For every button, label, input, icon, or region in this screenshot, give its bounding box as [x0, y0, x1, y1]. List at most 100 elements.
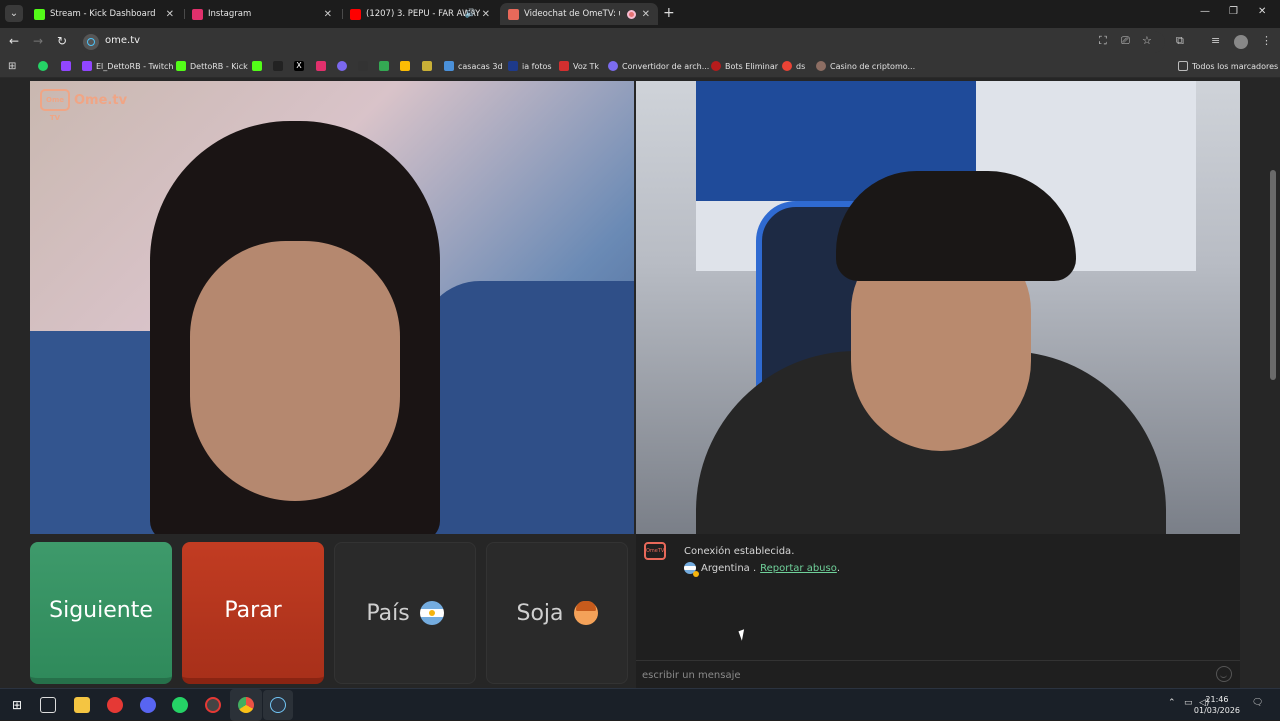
whatsapp-icon[interactable] [172, 697, 188, 713]
whatsapp-icon [38, 61, 48, 71]
ometv-icon [508, 8, 519, 20]
close-icon[interactable]: ✕ [482, 9, 490, 20]
close-icon[interactable]: ✕ [324, 9, 332, 20]
bookmark-youtube[interactable] [358, 61, 368, 71]
bookmark-label: Convertidor de arch... [622, 61, 710, 71]
tiktok-icon [273, 61, 283, 71]
apps-icon[interactable]: ⊞ [8, 61, 16, 72]
bookmark-star-icon[interactable]: ☆ [1142, 34, 1152, 47]
emoji-icon[interactable] [1216, 666, 1232, 682]
bookmark-label: Todos los marcadores [1192, 61, 1279, 71]
logo-text: Ome.tv [74, 92, 128, 108]
back-icon[interactable]: ← [9, 34, 19, 48]
notifications-icon[interactable]: 🗨 [1252, 698, 1263, 708]
report-abuse-link[interactable]: Reportar abuso [760, 563, 837, 574]
bookmark-ds[interactable]: ds [782, 61, 805, 71]
country-button[interactable]: País [334, 542, 476, 684]
chat-message-input[interactable] [642, 666, 1202, 684]
bookmark-extension[interactable] [379, 61, 389, 71]
self-video [636, 81, 1240, 534]
reload-icon[interactable]: ↻ [57, 34, 67, 48]
bookmark-twitch-channel[interactable]: El_DettoRB - Twitch [82, 61, 173, 71]
chrome-icon[interactable] [230, 689, 262, 721]
system-clock[interactable]: 21:46 01/03/2026 [1194, 694, 1240, 716]
app-icon[interactable] [107, 697, 123, 713]
profile-avatar[interactable] [1234, 35, 1248, 49]
new-tab-button[interactable]: + [663, 5, 675, 21]
windows-taskbar: ⊞ ⌃ ▭ ◁) 21:46 01/03/2026 🗨 [0, 688, 1280, 721]
boy-icon [573, 601, 598, 625]
bookmark-canva[interactable] [337, 61, 347, 71]
bookmark-folder[interactable] [422, 61, 432, 71]
tray-overflow-icon[interactable]: ⌃ [1168, 698, 1176, 708]
site-info-icon[interactable] [83, 34, 99, 50]
task-view-icon[interactable] [40, 697, 56, 713]
clock-date: 01/03/2026 [1193, 706, 1240, 715]
close-icon[interactable]: ✕ [642, 9, 650, 20]
bookmark-kick[interactable] [252, 61, 262, 71]
discord-icon[interactable] [140, 697, 156, 713]
bookmark-twitch[interactable] [61, 61, 71, 71]
argentina-flag-icon [419, 601, 444, 625]
cast-icon[interactable]: ⎚ [1121, 34, 1130, 48]
address-bar[interactable]: ome.tv [80, 31, 1165, 53]
tab-instagram[interactable]: Instagram ✕ [184, 3, 340, 25]
network-icon[interactable]: ▭ [1184, 698, 1193, 708]
bookmark-google[interactable] [400, 61, 410, 71]
bookmark-label: El_DettoRB - Twitch [96, 61, 174, 71]
restore-icon[interactable]: ❐ [1229, 6, 1238, 17]
extensions-icon[interactable]: ⧉ [1176, 34, 1184, 48]
gender-button[interactable]: Soja [486, 542, 628, 684]
page-scrollbar[interactable] [1266, 78, 1280, 688]
bookmark-voz-tk[interactable]: Voz Tk [559, 61, 599, 71]
minimize-icon[interactable]: — [1200, 6, 1210, 17]
all-bookmarks-folder[interactable]: Todos los marcadores [1178, 61, 1278, 71]
close-window-icon[interactable]: ✕ [1258, 6, 1266, 17]
bookmark-convertidor[interactable]: Convertidor de arch... [608, 61, 709, 71]
bookmark-bots-eliminar[interactable]: Bots Eliminar [711, 61, 778, 71]
tab-search-button[interactable]: ⌄ [5, 5, 23, 22]
kick-icon [252, 61, 262, 71]
tab-youtube[interactable]: (1207) 3. PEPU - FAR AWAY 🔊 ✕ [342, 3, 498, 25]
bot-icon [711, 61, 721, 71]
bookmark-casacas[interactable]: casacas 3d [444, 61, 503, 71]
tab-strip: ⌄ Stream - Kick Dashboard ✕ Instagram ✕ … [0, 0, 1280, 28]
file-explorer-icon[interactable] [74, 697, 90, 713]
bookmark-ia-fotos[interactable]: ia fotos [508, 61, 552, 71]
person-face [190, 241, 400, 501]
bookmark-label: ds [796, 61, 806, 71]
media-controls-icon[interactable]: ≡ [1211, 34, 1220, 47]
bookmark-casino[interactable]: Casino de criptomo... [816, 61, 915, 71]
bookmark-tiktok[interactable] [273, 61, 283, 71]
image-icon [444, 61, 454, 71]
recording-icon [627, 9, 636, 19]
tab-title: Stream - Kick Dashboard [50, 9, 156, 19]
argentina-flag-icon [684, 562, 699, 577]
twitch-icon [82, 61, 92, 71]
tab-kick-dashboard[interactable]: Stream - Kick Dashboard ✕ [26, 3, 182, 25]
report-suffix: . [836, 562, 841, 574]
tab-title: (1207) 3. PEPU - FAR AWAY [366, 9, 481, 19]
scrollbar-thumb[interactable] [1270, 170, 1276, 380]
bookmark-label: casacas 3d [458, 61, 503, 71]
bookmark-x[interactable]: X [294, 61, 304, 71]
next-button[interactable]: Siguiente [30, 542, 172, 684]
connection-status: Conexión establecida. [684, 546, 795, 557]
steam-icon[interactable] [263, 690, 293, 720]
ometv-page: Ome TV Ome.tv Siguiente Parar País Soja … [0, 78, 1280, 688]
translate-icon[interactable]: ⛶ [1099, 34, 1107, 48]
stop-button[interactable]: Parar [182, 542, 324, 684]
puzzle-icon [379, 61, 389, 71]
menu-icon[interactable]: ⋮ [1261, 34, 1272, 47]
speaker-icon[interactable]: 🔊 [465, 9, 476, 19]
bookmark-instagram[interactable] [316, 61, 326, 71]
obs-icon[interactable] [205, 697, 221, 713]
url-text[interactable]: ome.tv [105, 35, 140, 46]
forward-icon[interactable]: → [33, 34, 43, 48]
windows-start-icon[interactable]: ⊞ [9, 697, 25, 713]
close-icon[interactable]: ✕ [166, 9, 174, 20]
bookmark-whatsapp[interactable] [38, 61, 48, 71]
tab-ometv[interactable]: Videochat de OmeTV: uno a ✕ [500, 3, 658, 25]
instagram-icon [192, 8, 203, 20]
bookmark-kick-channel[interactable]: DettoRB - Kick [176, 61, 248, 71]
